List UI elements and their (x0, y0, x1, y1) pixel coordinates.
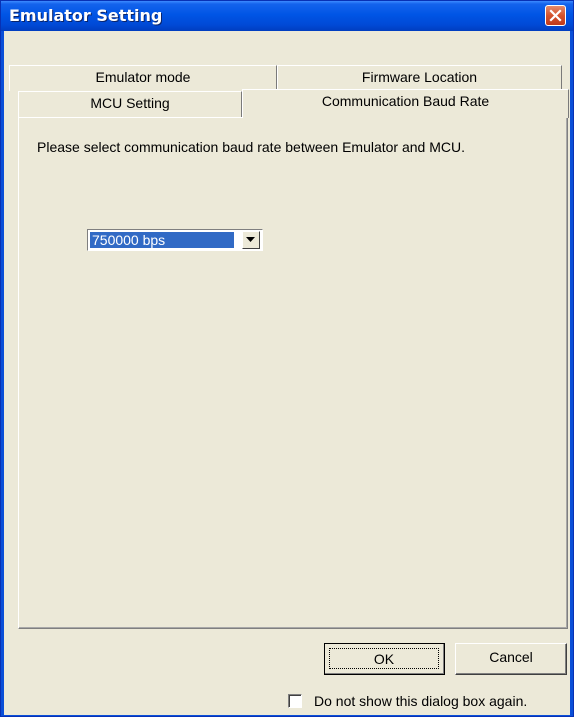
tab-label: Emulator mode (95, 69, 191, 85)
tab-panel: Please select communication baud rate be… (18, 117, 568, 629)
cancel-button[interactable]: Cancel (455, 643, 567, 675)
tab-mcu-setting[interactable]: MCU Setting (18, 91, 242, 118)
close-button[interactable] (545, 5, 566, 26)
tab-label: MCU Setting (90, 95, 170, 111)
dropdown-button[interactable] (242, 231, 260, 249)
tab-communication-baud-rate[interactable]: Communication Baud Rate (242, 89, 569, 118)
title-bar[interactable]: Emulator Setting (1, 1, 573, 31)
dont-show-again-label: Do not show this dialog box again. (314, 693, 528, 709)
ok-button-label: OK (329, 648, 439, 669)
chevron-down-icon (246, 237, 255, 242)
dont-show-again-checkbox[interactable] (288, 694, 302, 708)
tab-emulator-mode[interactable]: Emulator mode (9, 65, 277, 91)
baud-rate-select[interactable]: 750000 bps (87, 229, 263, 251)
tab-label: Communication Baud Rate (321, 93, 490, 109)
instruction-text: Please select communication baud rate be… (37, 139, 465, 155)
dialog-window: Emulator Setting Emulator mode Firmware … (0, 0, 574, 717)
ok-button[interactable]: OK (324, 643, 445, 675)
tab-label: Firmware Location (361, 69, 478, 85)
tab-firmware-location[interactable]: Firmware Location (277, 65, 562, 91)
close-icon (549, 9, 562, 22)
dialog-body: Emulator mode Firmware Location MCU Sett… (4, 31, 570, 715)
baud-rate-value: 750000 bps (89, 231, 235, 249)
window-title: Emulator Setting (9, 6, 163, 25)
